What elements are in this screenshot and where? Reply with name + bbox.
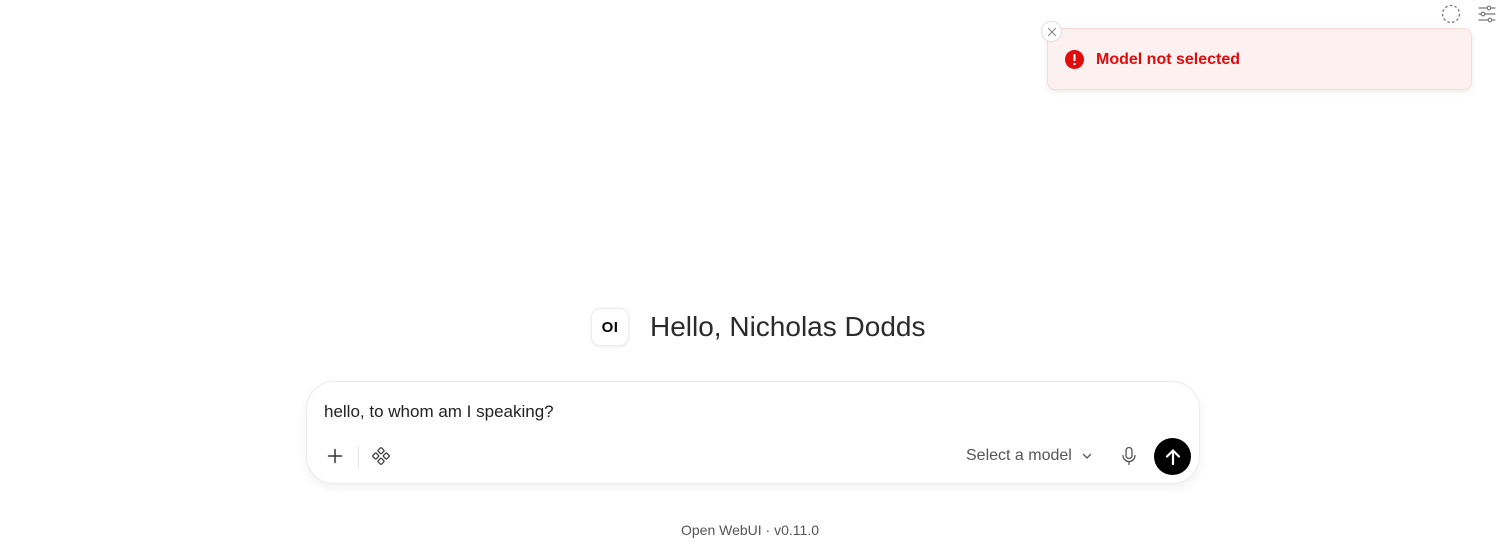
toast-message: Model not selected bbox=[1096, 51, 1241, 68]
microphone-icon bbox=[1122, 446, 1136, 466]
integrations-icon bbox=[372, 447, 390, 465]
add-attachment-button[interactable] bbox=[324, 445, 346, 467]
app-logo: OI bbox=[591, 308, 629, 346]
send-button[interactable] bbox=[1154, 438, 1191, 475]
toast-close-button[interactable] bbox=[1041, 21, 1062, 42]
close-icon bbox=[1047, 27, 1056, 36]
plus-icon bbox=[327, 448, 343, 464]
settings-sliders-icon bbox=[1478, 5, 1496, 23]
temporary-chat-button[interactable] bbox=[1440, 3, 1462, 25]
temporary-chat-icon bbox=[1441, 4, 1461, 24]
chat-input-box: hello, to whom am I speaking? Select a m… bbox=[306, 381, 1200, 484]
voice-input-button[interactable] bbox=[1118, 445, 1140, 467]
arrow-up-icon bbox=[1165, 448, 1180, 465]
greeting: OI Hello, Nicholas Dodds bbox=[591, 307, 925, 347]
greeting-text: Hello, Nicholas Dodds bbox=[650, 311, 926, 342]
message-input[interactable]: hello, to whom am I speaking? bbox=[324, 402, 554, 422]
controls-settings-button[interactable] bbox=[1476, 3, 1498, 25]
error-toast: Model not selected bbox=[1047, 28, 1472, 90]
model-selector-label: Select a model bbox=[966, 447, 1072, 464]
top-controls bbox=[1430, 3, 1500, 25]
chevron-down-icon bbox=[1081, 450, 1093, 462]
chat-page: Model not selected OI Hello, Nicholas Do… bbox=[0, 0, 1500, 550]
tools-button[interactable] bbox=[370, 445, 392, 467]
model-selector[interactable]: Select a model bbox=[966, 446, 1093, 466]
toolbar-divider bbox=[358, 446, 359, 468]
version-footer: Open WebUI · v0.11.0 bbox=[681, 522, 819, 538]
exclamation-circle-icon bbox=[1065, 50, 1084, 69]
